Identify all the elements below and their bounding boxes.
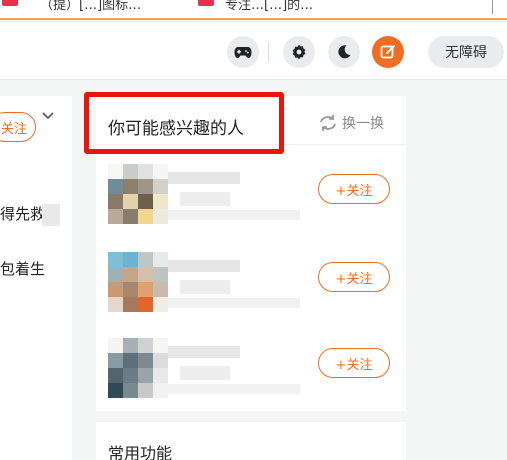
edit-icon bbox=[380, 45, 395, 59]
moon-icon bbox=[338, 45, 351, 59]
username-blurred[interactable] bbox=[168, 346, 240, 358]
game-button[interactable] bbox=[227, 36, 259, 68]
recommended-user: +关注 bbox=[96, 332, 406, 412]
browser-tab-strip: （提）[…]图标… 专注…[…]的… bbox=[0, 0, 507, 20]
username-blurred[interactable] bbox=[168, 260, 240, 272]
dark-mode-button[interactable] bbox=[328, 36, 360, 68]
accessibility-button[interactable]: 无障碍 bbox=[428, 36, 504, 68]
tab-separator bbox=[492, 0, 493, 14]
username-blurred bbox=[180, 280, 230, 294]
avatar[interactable] bbox=[108, 164, 168, 224]
write-post-button[interactable] bbox=[372, 36, 404, 68]
tab-favicon bbox=[2, 0, 18, 6]
refresh-label: 换一换 bbox=[342, 116, 384, 132]
feed-text: 得先救 bbox=[0, 205, 46, 223]
recommended-user: +关注 bbox=[96, 246, 406, 326]
browser-tab[interactable]: 专注…[…]的… bbox=[225, 0, 375, 12]
refresh-button[interactable]: 换一换 bbox=[318, 113, 384, 133]
site-header: 无障碍 bbox=[0, 22, 507, 80]
feed-text: 包着生 bbox=[0, 260, 46, 278]
blurred-text bbox=[42, 204, 60, 226]
recommended-user: +关注 bbox=[96, 158, 406, 238]
gear-icon bbox=[292, 44, 306, 60]
username-blurred[interactable] bbox=[168, 172, 240, 184]
user-description-blurred bbox=[168, 384, 300, 394]
browser-tab[interactable]: （提）[…]图标… bbox=[40, 0, 180, 12]
follow-button[interactable]: +关注 bbox=[318, 262, 390, 292]
username-blurred bbox=[180, 192, 230, 206]
common-functions-title: 常用功能 bbox=[108, 444, 173, 460]
user-description-blurred bbox=[168, 298, 300, 308]
tab-favicon bbox=[198, 0, 214, 6]
follow-button[interactable]: +关注 bbox=[318, 348, 390, 378]
follow-button[interactable]: 关注 bbox=[0, 112, 36, 142]
username-blurred bbox=[180, 366, 230, 380]
user-description-blurred bbox=[168, 210, 300, 220]
follow-button[interactable]: +关注 bbox=[318, 174, 390, 204]
common-functions-card: 常用功能 bbox=[96, 422, 406, 460]
gamepad-icon bbox=[234, 47, 252, 58]
highlight-box bbox=[84, 92, 284, 154]
header-divider bbox=[268, 42, 269, 62]
avatar[interactable] bbox=[108, 338, 168, 398]
settings-button[interactable] bbox=[283, 36, 315, 68]
refresh-icon bbox=[320, 115, 336, 131]
avatar[interactable] bbox=[108, 252, 168, 312]
chevron-down-icon[interactable] bbox=[41, 108, 55, 122]
